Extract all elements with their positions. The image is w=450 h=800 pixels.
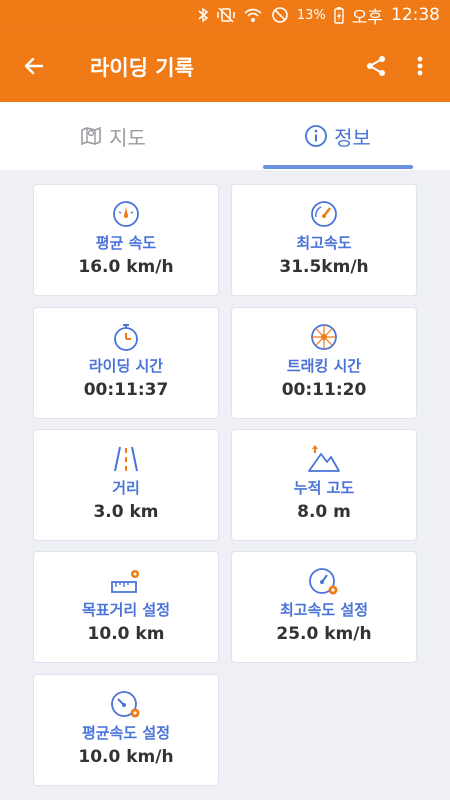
status-bar: 13% 오후 12:38 (0, 0, 450, 30)
stat-label: 목표거리 설정 (81, 601, 171, 619)
stat-card-avg-speed: 평균 속도 16.0 km/h (33, 184, 219, 296)
stat-value: 3.0 km (93, 502, 159, 522)
stat-card-riding-time: 라이딩 시간 00:11:37 (33, 307, 219, 419)
tab-info[interactable]: 정보 (225, 102, 450, 170)
tab-bar: 지도 정보 (0, 102, 450, 170)
stat-label: 최고속도 설정 (279, 601, 369, 619)
stat-card-distance: 거리 3.0 km (33, 429, 219, 541)
stat-value: 00:11:20 (281, 380, 367, 400)
vibrate-icon (217, 7, 235, 23)
stat-card-tracking-time: 트래킹 시간 00:11:20 (231, 307, 417, 419)
tab-info-label: 정보 (334, 125, 371, 150)
stat-value: 8.0 m (297, 502, 351, 522)
stopwatch-icon (111, 322, 141, 352)
stat-card-avg-speed-setting[interactable]: 평균속도 설정 10.0 km/h (33, 674, 219, 786)
road-icon (111, 444, 141, 474)
no-disturb-icon (271, 6, 289, 24)
back-arrow-icon (24, 57, 44, 75)
more-options-button[interactable] (400, 46, 440, 86)
ruler-gear-icon (109, 566, 143, 596)
status-time: 12:38 (391, 5, 440, 25)
mountain-icon (307, 444, 341, 474)
page-title: 라이딩 기록 (90, 56, 194, 80)
stat-label: 트래킹 시간 (286, 357, 362, 375)
stat-card-goal-distance[interactable]: 목표거리 설정 10.0 km (33, 551, 219, 663)
app-bar: 라이딩 기록 (0, 30, 450, 102)
share-icon (367, 56, 385, 76)
bluetooth-icon (197, 7, 209, 23)
wheel-icon (309, 322, 339, 352)
battery-percent: 13% (296, 7, 326, 23)
tab-indicator (263, 165, 413, 169)
tab-map[interactable]: 지도 (0, 102, 225, 170)
stat-value: 00:11:37 (83, 380, 169, 400)
stat-card-max-speed: 최고속도 31.5km/h (231, 184, 417, 296)
gauge-icon (309, 199, 339, 229)
back-button[interactable] (14, 46, 54, 86)
stat-card-max-speed-setting[interactable]: 최고속도 설정 25.0 km/h (231, 551, 417, 663)
stat-label: 라이딩 시간 (88, 357, 164, 375)
speedometer-icon (111, 199, 141, 229)
more-vert-icon (417, 56, 423, 76)
speedometer-gear-icon (109, 689, 143, 719)
stat-value: 31.5km/h (279, 257, 369, 277)
stat-label: 거리 (112, 479, 140, 497)
share-button[interactable] (356, 46, 396, 86)
stat-value: 10.0 km/h (78, 747, 174, 767)
stat-label: 평균 속도 (95, 234, 157, 252)
tab-map-label: 지도 (109, 125, 146, 150)
status-ampm: 오후 (351, 7, 383, 28)
stat-label: 최고속도 (296, 234, 352, 252)
gauge-gear-icon (307, 566, 341, 596)
stat-label: 누적 고도 (293, 479, 355, 497)
info-icon (305, 125, 327, 147)
battery-icon (334, 6, 344, 24)
wifi-icon (243, 7, 263, 23)
stat-value: 25.0 km/h (276, 624, 372, 644)
map-icon (81, 126, 101, 146)
stat-value: 10.0 km (87, 624, 165, 644)
stat-card-elevation: 누적 고도 8.0 m (231, 429, 417, 541)
stat-label: 평균속도 설정 (81, 724, 171, 742)
stat-value: 16.0 km/h (78, 257, 174, 277)
